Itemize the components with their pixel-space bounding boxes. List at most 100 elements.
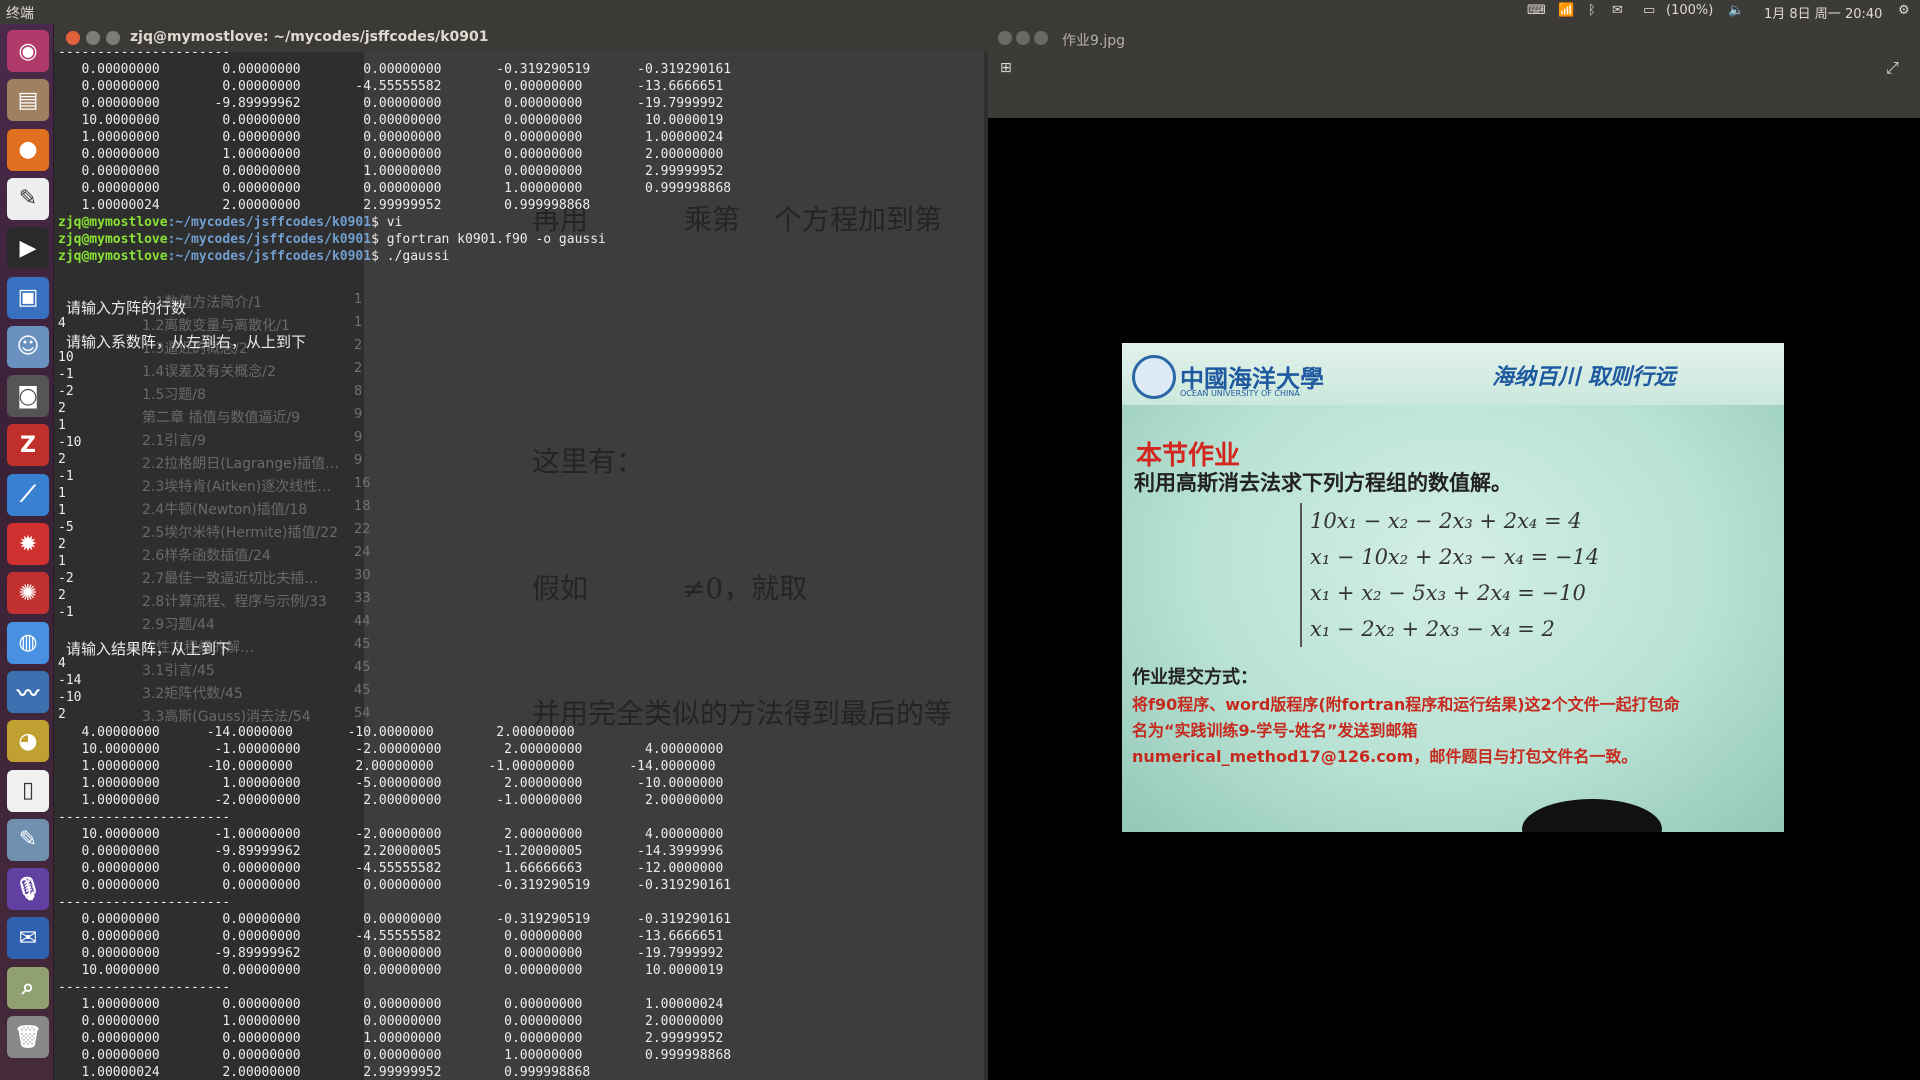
launcher: ◉ ▤ ● ✎ ▶ ▣ ☺ ◙ Z ⟋ ✹ ✺ ◍ 〰 ◕ ▯ ✎ 🎙 ✉ ⌕ 🗑 (0, 24, 54, 1080)
output-line: 1.00000000 -10.0000000 2.00000000 -1.000… (58, 759, 716, 774)
output-line: ---------------------- (58, 980, 231, 995)
input-value: 2 (58, 401, 66, 416)
globe-icon[interactable]: ◕ (7, 720, 49, 763)
input-value: -10 (58, 435, 82, 450)
output-line: 1.00000000 0.00000000 0.00000000 0.00000… (58, 997, 724, 1012)
output-line: 10.0000000 0.00000000 0.00000000 0.00000… (58, 963, 724, 978)
mail-icon[interactable]: ✉ (1612, 3, 1623, 18)
trash-icon[interactable]: 🗑 (7, 1016, 49, 1058)
university-logo-icon (1132, 355, 1176, 399)
command-line: zjq@mymostlove:~/mycodes/jsffcodes/k0901… (58, 232, 606, 247)
system-monitor-icon[interactable]: ⟋ (7, 473, 49, 516)
slide-header: 中國海洋大學 OCEAN UNIVERSITY OF CHINA 海纳百川 取则… (1122, 343, 1784, 405)
submit-label: 作业提交方式： (1132, 667, 1258, 688)
output-line: 0.00000000 -9.89999962 0.00000000 0.0000… (58, 96, 724, 111)
input-value: -1 (58, 367, 74, 382)
viewer-close-icon[interactable] (998, 31, 1012, 45)
output-line: 10.0000000 0.00000000 0.00000000 0.00000… (58, 113, 724, 128)
input-value: -2 (58, 384, 74, 399)
waveform-icon[interactable]: 〰 (7, 670, 49, 713)
battery-percent[interactable]: (100%) (1666, 3, 1713, 18)
input-value: 2 (58, 537, 66, 552)
input-value: 4 (58, 316, 66, 331)
terminal-output[interactable]: ---------------------- 0.00000000 0.0000… (54, 45, 988, 1080)
equation: x₁ − 2x₂ + 2x₃ − x₄ = 2 (1310, 617, 1555, 641)
output-line: 0.00000000 0.00000000 0.00000000 1.00000… (58, 1048, 732, 1063)
top-panel: 终端 ⌨ 📶 ᛒ ✉ ▭ (100%) 🔈 1月 8日 周一 20:40 ⚙ (0, 0, 1920, 24)
output-line: 0.00000000 0.00000000 0.00000000 -0.3192… (58, 912, 732, 927)
terminal-window[interactable]: zjq@mymostlove: ~/mycodes/jsffcodes/k090… (54, 24, 988, 1080)
viewer-toolbar: ⊞ ⤢ (988, 52, 1920, 118)
firefox-icon[interactable]: ● (7, 128, 49, 171)
image-viewer-window[interactable]: 作业9.jpg ⊞ ⤢ 中國海洋大學 OCEAN UNIVERSITY OF C… (988, 24, 1920, 1080)
output-line: 0.00000000 1.00000000 0.00000000 0.00000… (58, 1014, 724, 1029)
maximize-icon[interactable] (106, 31, 120, 45)
close-icon[interactable] (66, 31, 80, 45)
input-value: -10 (58, 690, 82, 705)
keyboard-icon[interactable]: ⌨ (1527, 3, 1546, 18)
output-line: 10.0000000 -1.00000000 -2.00000000 2.000… (58, 742, 724, 757)
screenshot-icon[interactable]: ⌕ (7, 966, 49, 1009)
command-line: zjq@mymostlove:~/mycodes/jsffcodes/k0901… (58, 249, 450, 264)
input-value: 1 (58, 503, 66, 518)
chrome-icon[interactable]: ◍ (7, 621, 49, 664)
files-icon[interactable]: ▤ (7, 79, 49, 122)
output-line: 1.00000024 2.00000000 2.99999952 0.99999… (58, 198, 591, 213)
equation: x₁ + x₂ − 5x₃ + 2x₄ = −10 (1310, 581, 1586, 605)
camera-icon[interactable]: ◙ (7, 375, 49, 418)
battery-icon[interactable]: ▭ (1643, 3, 1655, 18)
minimize-icon[interactable] (86, 31, 100, 45)
output-line: 0.00000000 0.00000000 0.00000000 -0.3192… (58, 878, 732, 893)
text-editor-icon[interactable]: ✎ (7, 177, 49, 220)
viewer-maximize-icon[interactable] (1034, 31, 1048, 45)
input-value: 1 (58, 486, 66, 501)
output-line: 0.00000000 0.00000000 -4.55555582 0.0000… (58, 929, 724, 944)
thunderbird-icon[interactable]: ✉ (7, 917, 49, 960)
homework-task: 利用高斯消去法求下列方程组的数值解。 (1134, 471, 1512, 495)
cog-red-icon[interactable]: ✺ (7, 572, 49, 615)
output-line: 1.00000000 0.00000000 0.00000000 0.00000… (58, 130, 724, 145)
equation-system: 10x₁ − x₂ − 2x₃ + 2x₄ = 4 x₁ − 10x₂ + 2x… (1300, 503, 1599, 647)
equation: 10x₁ − x₂ − 2x₃ + 2x₄ = 4 (1310, 509, 1582, 533)
app-z-icon[interactable]: Z (7, 424, 49, 467)
contacts-icon[interactable]: ☺ (7, 325, 49, 368)
input-value: 1 (58, 554, 66, 569)
input-value: -2 (58, 571, 74, 586)
output-line: ---------------------- (58, 45, 231, 60)
output-line: 0.00000000 0.00000000 0.00000000 1.00000… (58, 181, 732, 196)
viewer-title: 作业9.jpg (1062, 33, 1126, 49)
app-name: 终端 (6, 6, 34, 22)
input-value: -1 (58, 605, 74, 620)
output-line: 0.00000000 0.00000000 0.00000000 -0.3192… (58, 62, 732, 77)
document-viewer-icon[interactable]: ▣ (7, 276, 49, 319)
sidebar-toggle-icon[interactable]: ⊞ (1000, 60, 1012, 76)
output-line: 1.00000024 2.00000000 2.99999952 0.99999… (58, 1065, 591, 1080)
output-line: 0.00000000 0.00000000 1.00000000 0.00000… (58, 1031, 724, 1046)
output-line: 0.00000000 1.00000000 0.00000000 0.00000… (58, 147, 724, 162)
settings-gear-icon[interactable]: ✹ (7, 523, 49, 565)
microphone-icon[interactable]: 🎙 (7, 868, 49, 911)
ubuntu-dash-icon[interactable]: ◉ (7, 30, 49, 72)
audience-head-silhouette (1522, 799, 1662, 832)
volume-icon[interactable]: 🔈 (1728, 3, 1744, 18)
fullscreen-icon[interactable]: ⤢ (1886, 58, 1899, 78)
image-editor-icon[interactable]: ✎ (7, 818, 49, 861)
terminal-icon[interactable]: ▶ (7, 227, 49, 270)
output-line: 0.00000000 0.00000000 -4.55555582 1.6666… (58, 861, 724, 876)
output-line: 4.00000000 -14.0000000 -10.0000000 2.000… (58, 725, 575, 740)
submit-line: 将f90程序、word版程序(附fortran程序和运行结果)这2个文件一起打包… (1132, 695, 1680, 714)
output-line: ---------------------- (58, 810, 231, 825)
output-line: 10.0000000 -1.00000000 -2.00000000 2.000… (58, 827, 724, 842)
terminal-title: zjq@mymostlove: ~/mycodes/jsffcodes/k090… (130, 29, 489, 45)
gear-icon[interactable]: ⚙ (1898, 3, 1910, 18)
clock[interactable]: 1月 8日 周一 20:40 (1764, 3, 1882, 22)
viewer-minimize-icon[interactable] (1016, 31, 1030, 45)
output-line: 0.00000000 -9.89999962 2.20000005 -1.200… (58, 844, 724, 859)
input-value: 1 (58, 418, 66, 433)
homework-photo: 中國海洋大學 OCEAN UNIVERSITY OF CHINA 海纳百川 取则… (1122, 343, 1784, 832)
viewer-titlebar[interactable]: 作业9.jpg (988, 24, 1920, 52)
wifi-icon[interactable]: 📶 (1558, 3, 1574, 18)
blank-document-icon[interactable]: ▯ (7, 769, 49, 812)
input-value: -1 (58, 469, 74, 484)
bluetooth-icon[interactable]: ᛒ (1588, 3, 1596, 18)
